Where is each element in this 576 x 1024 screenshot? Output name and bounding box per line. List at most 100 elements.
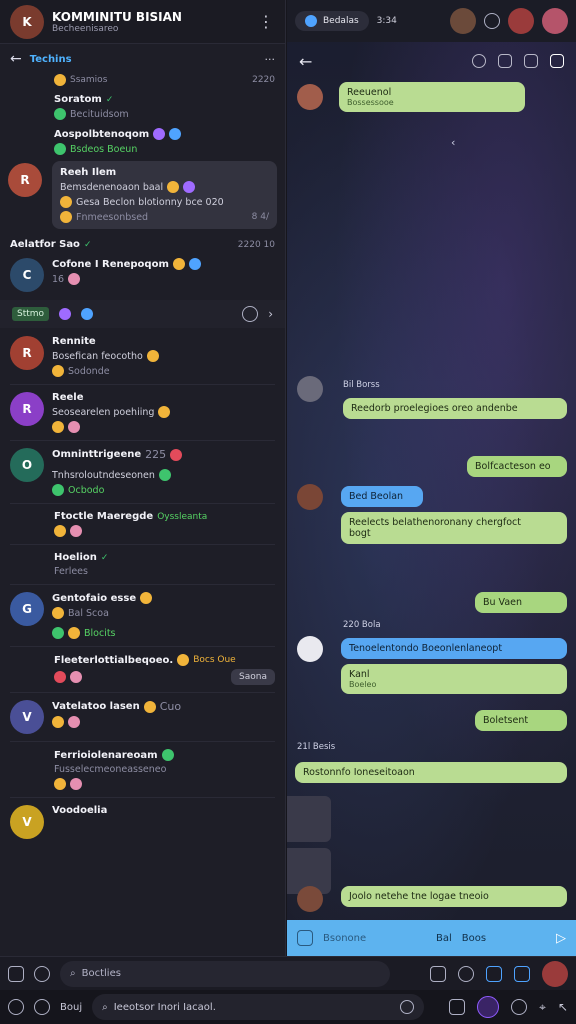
cursor-icon[interactable]: ↖ xyxy=(558,1000,568,1014)
chat-item[interactable]: Aelatfor Sao ✓ 2220 10 xyxy=(0,235,285,254)
chat-item[interactable]: G Gentofaio esse Bal Scoa Blocits xyxy=(0,588,285,643)
chat-icon xyxy=(305,15,317,27)
message-bubble[interactable]: Boletsent xyxy=(475,710,567,731)
back-arrow-icon[interactable]: ← xyxy=(299,52,312,71)
mic-icon[interactable] xyxy=(400,1000,415,1014)
global-search[interactable]: ⌕ Boctlies xyxy=(60,960,390,987)
message-bubble[interactable]: Reeuenol Bossessooe xyxy=(339,82,525,112)
chat-time: 8 4/ xyxy=(251,212,269,222)
media-thumbnail[interactable] xyxy=(287,796,331,842)
emoji-icon xyxy=(170,448,183,461)
chat-icon[interactable] xyxy=(458,965,474,982)
grid-icon[interactable] xyxy=(430,965,446,982)
attach-icon[interactable] xyxy=(297,930,313,946)
chat-preview: Tnhsroloutndeseonen xyxy=(52,469,155,481)
unread-count: 3:34 xyxy=(376,16,397,26)
chat-item[interactable]: Ssamios 2220 xyxy=(0,74,285,90)
sticker-icon[interactable] xyxy=(59,308,72,320)
command-field[interactable]: ⌕ Ieeotsor Inori Iacaol. xyxy=(92,994,425,1020)
message-text: Bolfcacteson eo xyxy=(475,461,551,472)
chat-preview: Ocbodo xyxy=(68,484,105,496)
message-bubble[interactable]: Bolfcacteson eo xyxy=(467,456,567,477)
chat-pill[interactable]: Bedalas xyxy=(295,11,369,31)
window-icon[interactable] xyxy=(8,965,24,982)
message-bubble[interactable]: Tenoelentondo Boeonlenlaneopt xyxy=(341,638,567,659)
message-text: Reedorb proelegioes oreo andenbe xyxy=(351,403,518,414)
message-bubble[interactable]: Bed Beolan xyxy=(341,486,423,507)
contact-avatar: R xyxy=(10,392,44,426)
conversation-pane: Bedalas 3:34 ← Reeuenol Bossessooe ‹ Bil… xyxy=(287,0,576,956)
user-avatar[interactable] xyxy=(542,960,568,987)
left-title-block: KOMMINITU BISIAN Becheenisareo xyxy=(52,10,182,34)
copyright-icon[interactable] xyxy=(34,999,50,1015)
screen-icon[interactable] xyxy=(449,999,466,1015)
system-label: Bouj xyxy=(60,1001,83,1013)
timer-icon[interactable] xyxy=(242,306,259,322)
chat-item[interactable]: Aospolbtenoqom Bsdeos Boeun xyxy=(0,124,285,159)
bookmark-icon[interactable] xyxy=(514,965,530,982)
composer-placeholder[interactable]: Bsonone xyxy=(323,933,366,944)
message-bubble[interactable]: Reedorb proelegioes oreo andenbe xyxy=(343,398,567,419)
command-text: Ieeotsor Inori Iacaol. xyxy=(113,1001,216,1013)
emoji-icon xyxy=(143,700,156,713)
emoji-icon[interactable] xyxy=(511,999,528,1015)
pin-icon[interactable]: ⌖ xyxy=(539,1000,546,1015)
share-icon[interactable] xyxy=(486,965,502,982)
chat-item[interactable]: R Rennite Bosefican feocotho Sodonde xyxy=(0,332,285,381)
chat-item[interactable]: C Cofone I Renepoqom 16 xyxy=(0,254,285,296)
settings-icon[interactable] xyxy=(8,999,24,1015)
play-icon[interactable] xyxy=(34,965,50,982)
chat-item-selected[interactable]: R Reeh Ilem Bemsdenenoaon baal Gesa Becl… xyxy=(0,159,285,229)
chat-name: Voodoelia xyxy=(52,805,108,816)
chevron-right-icon[interactable]: › xyxy=(268,307,273,321)
emoji-icon xyxy=(146,350,159,362)
chat-name: Ferrioiolenareoam xyxy=(54,749,158,761)
chat-name: Fleeterlottialbeqoeo. xyxy=(54,654,174,666)
more-options-icon[interactable]: ⋮ xyxy=(257,12,275,31)
divider xyxy=(10,741,275,742)
message-bubble[interactable]: Joolo netehe tne logae tneoio xyxy=(341,886,567,907)
message-bubble[interactable]: Kanl Boeleo xyxy=(341,664,567,694)
chat-item[interactable]: Hoelion ✓ Ferlees xyxy=(0,548,285,581)
message-composer[interactable]: Bsonone Bal Boos ▷ xyxy=(287,920,576,956)
chevron-left-icon[interactable]: ‹ xyxy=(451,136,455,149)
contact-avatar: V xyxy=(10,700,44,734)
message-bubble[interactable]: Bu Vaen xyxy=(475,592,567,613)
contact-avatar[interactable] xyxy=(508,8,534,34)
emoji-icon xyxy=(52,716,64,728)
contact-avatar: C xyxy=(10,258,44,292)
send-icon[interactable]: ▷ xyxy=(556,931,566,946)
chat-item[interactable]: Ferrioiolenareoam Fusselecmeoneasseneo xyxy=(0,745,285,794)
more-icon[interactable]: ··· xyxy=(265,53,276,66)
chat-item[interactable]: Soratom ✓ Becituidsom xyxy=(0,90,285,124)
chat-item[interactable]: O Omninttrigeene 225 Tnhsroloutndeseonen … xyxy=(0,444,285,500)
call-icon[interactable] xyxy=(472,54,486,68)
chat-item[interactable]: Fleeterlottialbeqoeo. Bocs Oue Saona xyxy=(0,650,285,689)
profile-icon[interactable] xyxy=(484,13,500,29)
contact-avatar[interactable] xyxy=(542,8,568,34)
chat-item[interactable]: Ftoctle Maeregde Oyssleanta xyxy=(0,507,285,541)
contact-avatar[interactable] xyxy=(450,8,476,34)
chat-name: Cofone I Renepoqom xyxy=(52,258,169,270)
chat-name: Gentofaio esse xyxy=(52,592,137,604)
message-bubble[interactable]: Reelects belathenoronany chergfoct bogt xyxy=(341,512,567,544)
chat-preview: Bocs Oue xyxy=(193,655,236,665)
chat-item[interactable]: V Voodoelia xyxy=(0,801,285,843)
emoji-icon xyxy=(52,365,64,377)
app-icon[interactable] xyxy=(477,996,500,1018)
message-bubble[interactable]: Rostonnfo Ioneseitoaon xyxy=(295,762,567,783)
tag-chip[interactable]: Sttmo xyxy=(12,307,50,321)
emoji-icon xyxy=(161,749,174,761)
video-icon[interactable] xyxy=(550,54,564,68)
chat-item[interactable]: V Vatelatoo lasen Cuo xyxy=(0,696,285,738)
left-header: K KOMMINITU BISIAN Becheenisareo ⋮ xyxy=(0,0,285,44)
info-icon[interactable] xyxy=(524,54,538,68)
account-avatar[interactable]: K xyxy=(10,4,44,39)
action-button[interactable]: Saona xyxy=(231,669,275,685)
globe-icon[interactable] xyxy=(81,308,94,320)
search-icon[interactable] xyxy=(498,54,512,68)
contact-avatar: R xyxy=(10,336,44,370)
chat-name: Soratom xyxy=(54,94,102,105)
chat-item[interactable]: R Reele Seosearelen poehiing xyxy=(0,388,285,437)
back-arrow-icon[interactable]: ← xyxy=(10,51,22,67)
